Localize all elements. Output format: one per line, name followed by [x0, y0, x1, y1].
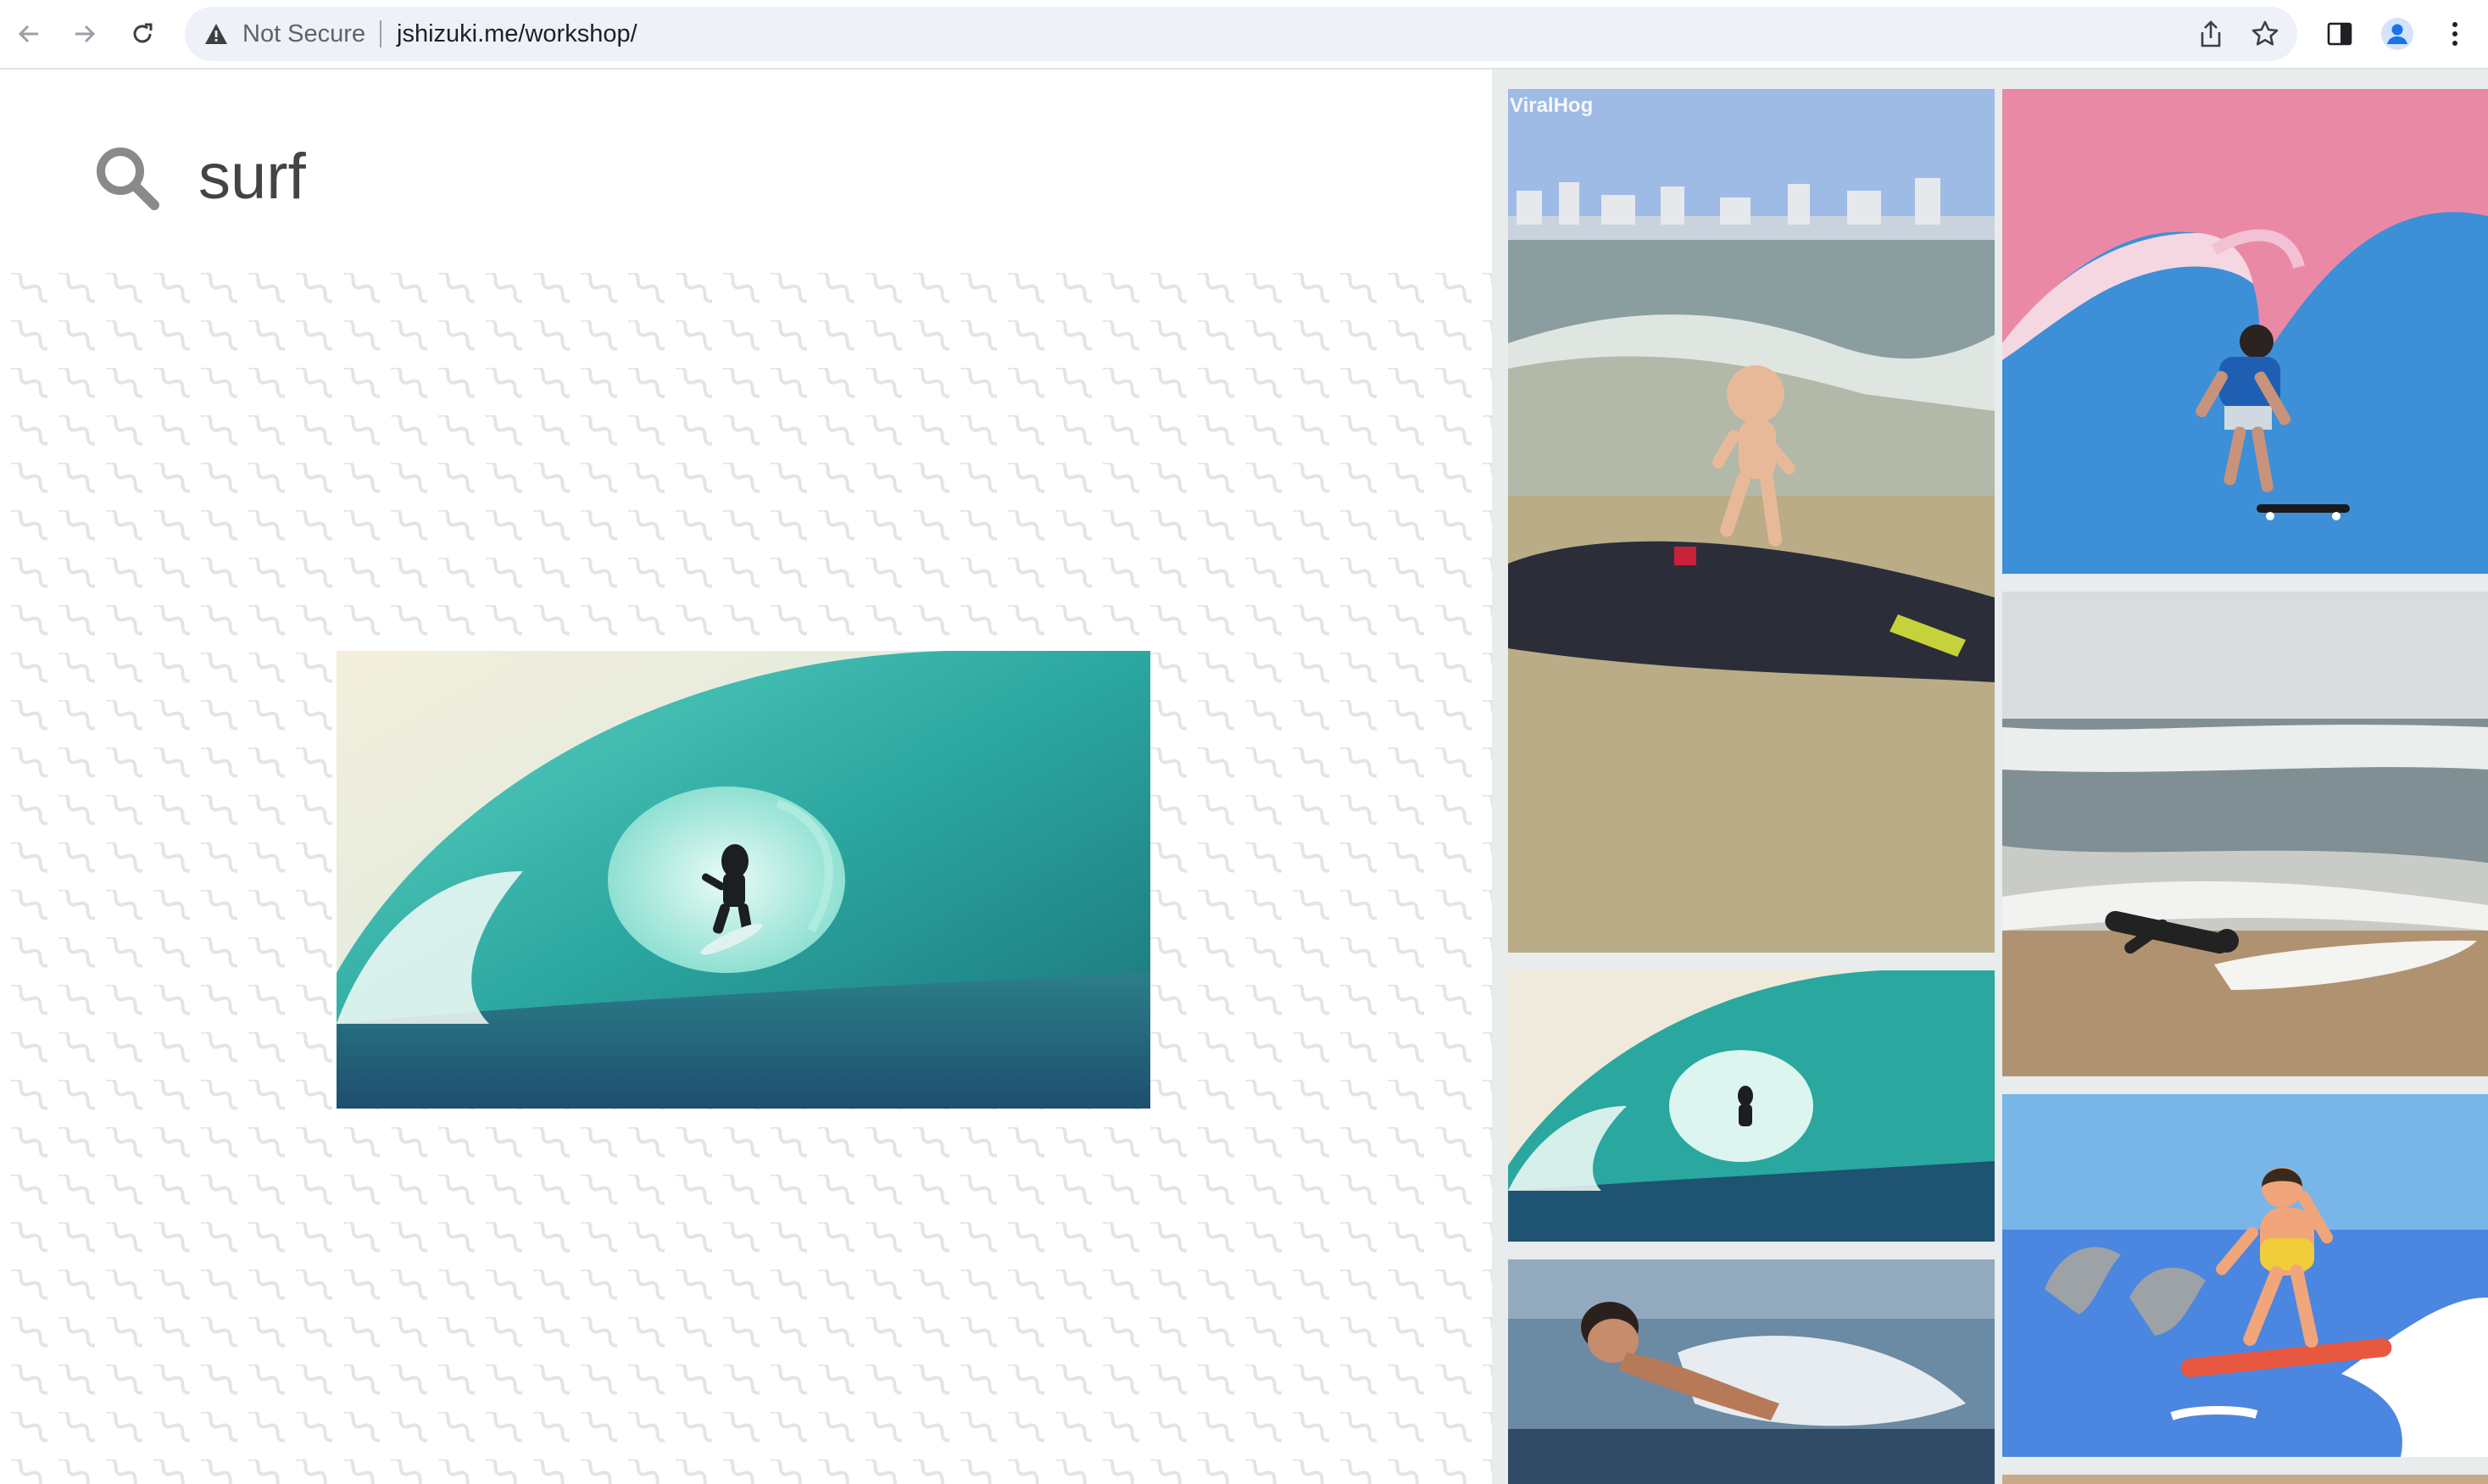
gallery-tile-1[interactable]: ViralHog	[1508, 89, 1995, 953]
search-icon	[93, 144, 161, 212]
featured-gif[interactable]	[337, 651, 1150, 1109]
watermark-text: ViralHog	[1510, 94, 1594, 117]
kebab-menu-icon[interactable]	[2435, 14, 2475, 54]
profile-icon[interactable]	[2377, 14, 2418, 54]
gallery-tile-6[interactable]	[2002, 1094, 2488, 1457]
gallery-tile-2[interactable]	[2002, 89, 2488, 574]
security-label[interactable]: Not Secure	[242, 7, 365, 61]
gallery-tile-3[interactable]	[2002, 592, 2488, 1076]
warning-icon[interactable]	[203, 22, 229, 46]
reload-icon[interactable]	[122, 14, 163, 54]
forward-arrow-icon[interactable]	[64, 14, 105, 54]
share-icon[interactable]	[2190, 14, 2231, 54]
address-separator	[380, 20, 381, 47]
gallery-tile-7-partial[interactable]	[2002, 1475, 2488, 1484]
main-pane	[0, 69, 1492, 1484]
search-bar	[0, 69, 1492, 273]
search-input[interactable]	[197, 129, 1217, 224]
address-bar[interactable]: Not Secure jshizuki.me/workshop/	[185, 7, 2297, 61]
gallery-tile-4[interactable]	[1508, 970, 1995, 1242]
gallery-tile-5[interactable]	[1508, 1259, 1995, 1484]
side-panel-icon[interactable]	[2319, 14, 2360, 54]
gif-gallery: ViralHog	[1492, 69, 2488, 1484]
browser-toolbar: Not Secure jshizuki.me/workshop/	[0, 0, 2488, 69]
url-text[interactable]: jshizuki.me/workshop/	[397, 7, 637, 61]
star-icon[interactable]	[2245, 14, 2285, 54]
back-arrow-icon[interactable]	[8, 14, 49, 54]
